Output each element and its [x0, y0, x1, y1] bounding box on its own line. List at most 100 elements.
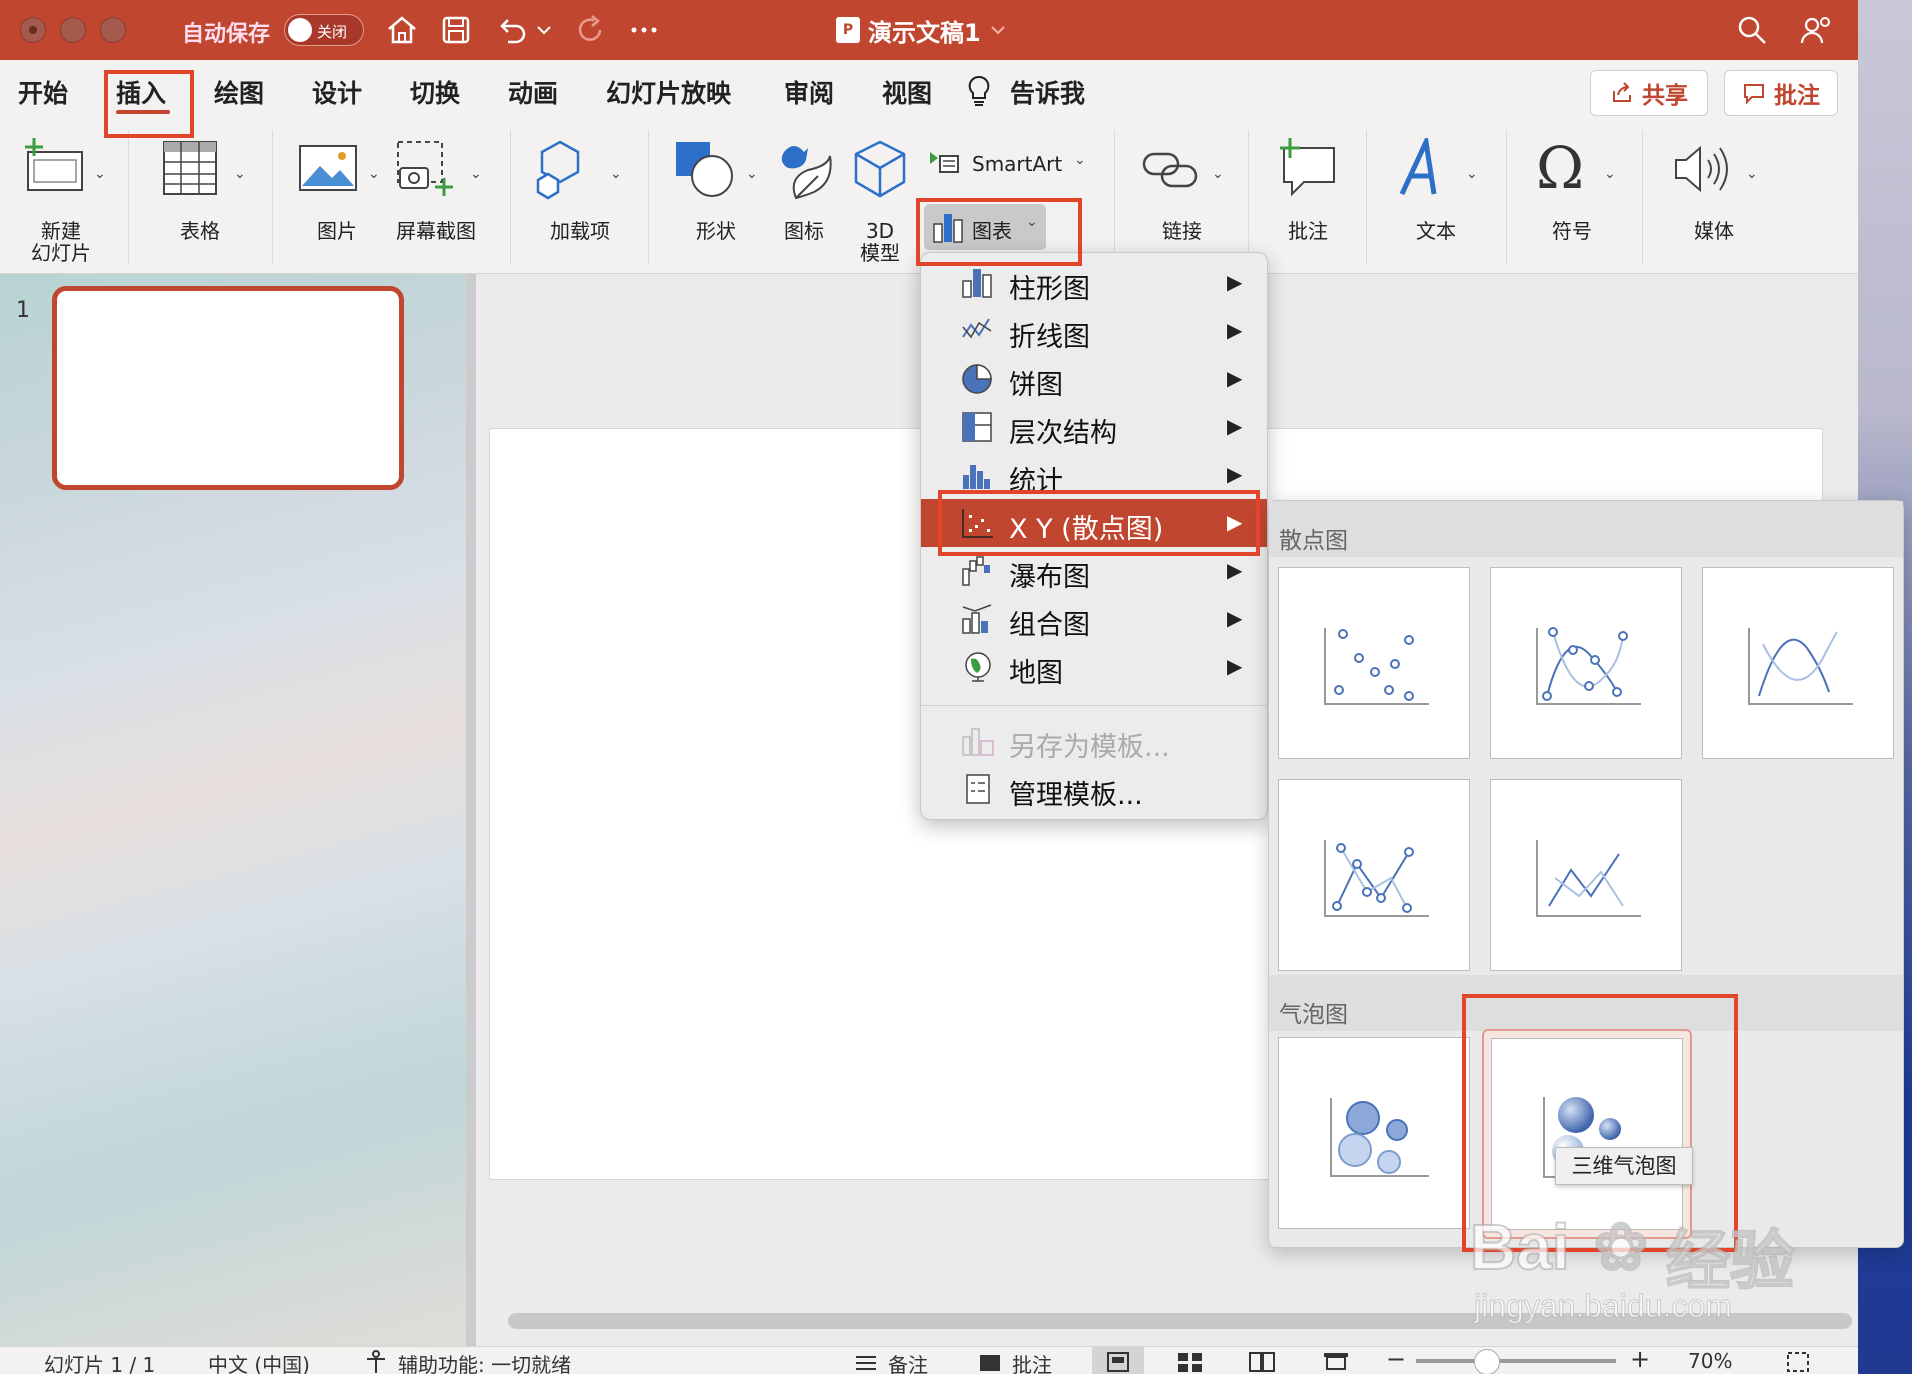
slide-thumbnail-pane: 1 [0, 274, 466, 1346]
bubble-section-header: 气泡图 [1269, 975, 1903, 1031]
ribbon-separator [1366, 130, 1367, 264]
menu-item-column-chart[interactable]: 柱形图 ▶ [921, 259, 1267, 307]
save-icon[interactable] [438, 12, 474, 48]
tab-draw[interactable]: 绘图 [214, 74, 264, 110]
menu-item-statistic-chart[interactable]: 统计 ▶ [921, 451, 1267, 499]
tab-transitions[interactable]: 切换 [410, 74, 460, 110]
gallery-scatter-smooth-markers[interactable] [1490, 567, 1682, 759]
undo-dropdown-icon[interactable] [534, 12, 554, 48]
new-slide-label-1: 新建 [41, 219, 81, 243]
menu-item-pie-chart[interactable]: 饼图 ▶ [921, 355, 1267, 403]
scatter-chart-icon [962, 509, 993, 538]
waterfall-chart-icon [962, 556, 990, 586]
horizontal-scrollbar[interactable] [508, 1313, 1852, 1329]
reading-view-icon[interactable] [1248, 1351, 1276, 1373]
slide-thumbnail[interactable] [52, 286, 404, 490]
zoom-level[interactable]: 70% [1688, 1349, 1732, 1373]
notes-icon [856, 1356, 876, 1370]
more-options-icon[interactable] [626, 12, 662, 48]
menu-item-label: 地图 [1009, 658, 1063, 689]
document-title[interactable]: P 演示文稿1 [836, 12, 1007, 48]
gallery-bubble[interactable] [1278, 1037, 1470, 1229]
menu-item-label: 管理模板... [1009, 780, 1143, 811]
media-button[interactable]: ⌄ 媒体 [1664, 136, 1764, 266]
menu-item-waterfall-chart[interactable]: 瀑布图 ▶ [921, 547, 1267, 595]
submenu-arrow-icon: ▶ [1227, 558, 1243, 582]
menu-item-hierarchy-chart[interactable]: 层次结构 ▶ [921, 403, 1267, 451]
submenu-arrow-icon: ▶ [1227, 414, 1243, 438]
zoom-slider[interactable] [1416, 1359, 1616, 1363]
zoom-slider-thumb[interactable] [1474, 1349, 1500, 1374]
scatter-section-header: 散点图 [1269, 501, 1903, 557]
close-window-button[interactable] [20, 17, 46, 43]
menu-item-combo-chart[interactable]: 组合图 ▶ [921, 595, 1267, 643]
share-button[interactable]: 共享 [1590, 70, 1708, 116]
home-icon[interactable] [384, 12, 420, 48]
scatter-chart-gallery: 散点图 气泡图 三维气泡图 [1268, 500, 1904, 1248]
gallery-scatter[interactable] [1278, 567, 1470, 759]
tab-view[interactable]: 视图 [882, 74, 932, 110]
gallery-scatter-smooth[interactable] [1702, 567, 1894, 759]
language-indicator[interactable]: 中文 (中国) [208, 1349, 310, 1374]
undo-icon[interactable] [494, 12, 530, 48]
gallery-3d-bubble[interactable] [1491, 1038, 1683, 1230]
redo-icon[interactable] [572, 12, 608, 48]
screenshot-button[interactable]: ⌄ 屏幕截图 [388, 136, 496, 266]
ribbon-separator [1506, 130, 1507, 264]
menu-item-scatter-chart[interactable]: X Y (散点图) ▶ [921, 499, 1267, 547]
autosave-state: 关闭 [317, 23, 348, 41]
zoom-window-button[interactable] [100, 17, 126, 43]
new-slide-button[interactable]: ⌄ 新建 幻灯片 [14, 136, 108, 266]
zoom-in-button[interactable]: + [1630, 1345, 1650, 1373]
tab-slideshow[interactable]: 幻灯片放映 [606, 74, 731, 110]
zoom-out-button[interactable]: − [1386, 1345, 1406, 1373]
search-icon[interactable] [1734, 12, 1770, 48]
pane-divider[interactable] [466, 274, 476, 1346]
account-icon[interactable] [1798, 12, 1834, 48]
gallery-3d-bubble-selected[interactable] [1482, 1029, 1692, 1239]
minimize-window-button[interactable] [60, 17, 86, 43]
tab-animations[interactable]: 动画 [508, 74, 558, 110]
slideshow-icon[interactable] [1322, 1351, 1350, 1373]
3d-models-label-2: 模型 [860, 241, 900, 265]
smartart-button[interactable]: SmartArt ⌄ [926, 144, 1100, 184]
tab-home[interactable]: 开始 [18, 74, 68, 110]
menu-item-label: 另存为模板... [1009, 732, 1170, 763]
tell-me-search[interactable]: 告诉我 [1010, 74, 1085, 110]
addins-button[interactable]: ⌄ 加载项 [530, 136, 630, 266]
text-button[interactable]: ⌄ 文本 [1388, 136, 1484, 266]
new-slide-icon [25, 138, 83, 191]
normal-view-button[interactable] [1092, 1347, 1144, 1374]
comments-status-button[interactable]: 批注 [1012, 1349, 1052, 1374]
3d-models-button[interactable]: 3D 模型 [842, 136, 918, 266]
slide-sorter-icon[interactable] [1176, 1351, 1204, 1373]
new-comment-button[interactable]: 批注 [1266, 136, 1350, 266]
notes-button[interactable]: 备注 [888, 1349, 928, 1374]
picture-button[interactable]: ⌄ 图片 [290, 136, 384, 266]
gallery-scatter-straight-markers[interactable] [1278, 779, 1470, 971]
new-comment-icon [1280, 138, 1335, 197]
screenshot-label: 屏幕截图 [396, 219, 476, 243]
link-button[interactable]: ⌄ 链接 [1132, 136, 1232, 266]
comments-button[interactable]: 批注 [1724, 70, 1838, 116]
fit-to-window-icon[interactable] [1786, 1351, 1810, 1373]
accessibility-status[interactable]: 辅助功能: 一切就绪 [398, 1349, 571, 1374]
menu-item-map-chart[interactable]: 地图 ▶ [921, 643, 1267, 691]
table-button[interactable]: ⌄ 表格 [150, 136, 250, 266]
tab-insert[interactable]: 插入 [116, 74, 166, 110]
icons-button[interactable]: 图标 [768, 136, 840, 266]
tab-review[interactable]: 审阅 [784, 74, 834, 110]
text-label: 文本 [1416, 219, 1456, 243]
normal-view-icon [1107, 1352, 1129, 1372]
shapes-button[interactable]: ⌄ 形状 [668, 136, 764, 266]
powerpoint-file-icon: P [836, 17, 860, 43]
gallery-scatter-straight[interactable] [1490, 779, 1682, 971]
symbol-button[interactable]: Ω ⌄ 符号 [1524, 134, 1620, 266]
autosave-toggle[interactable]: 关闭 [284, 14, 364, 46]
menu-item-line-chart[interactable]: 折线图 ▶ [921, 307, 1267, 355]
tab-design[interactable]: 设计 [312, 74, 362, 110]
autosave-label: 自动保存 [182, 22, 271, 47]
chart-button[interactable]: 图表 ⌄ [924, 204, 1046, 250]
menu-item-manage-templates[interactable]: 管理模板... [921, 765, 1267, 813]
document-title-text: 演示文稿1 [868, 18, 981, 47]
